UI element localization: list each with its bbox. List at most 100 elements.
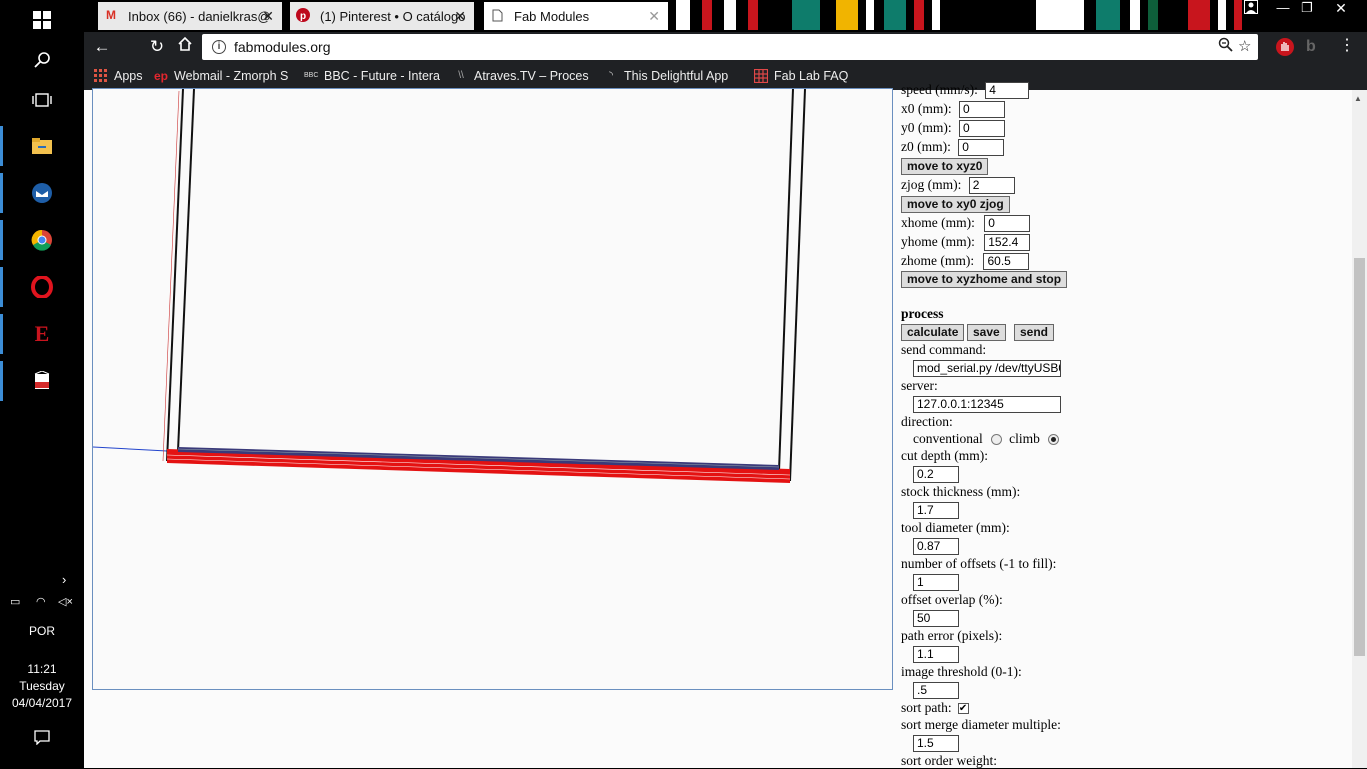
zoom-icon[interactable] — [1218, 37, 1233, 56]
offsets-row: 1 — [913, 574, 959, 592]
address-bar[interactable]: i fabmodules.org ☆ — [202, 34, 1258, 60]
back-button[interactable]: ← — [91, 36, 113, 58]
stock-thickness-label: stock thickness (mm): — [901, 484, 1021, 499]
battery-icon[interactable]: ▭ — [10, 594, 20, 611]
tab-pinterest[interactable]: p (1) Pinterest • O catálogo ✕ — [290, 2, 474, 30]
search-icon[interactable] — [22, 40, 62, 80]
browser-window: M Inbox (66) - danielkras@ ✕ p (1) Pinte… — [84, 0, 1367, 90]
xhome-input[interactable]: 0 — [984, 215, 1031, 233]
y0-row: y0 (mm): 0 — [901, 120, 1005, 138]
scrollbar-thumb[interactable] — [1354, 258, 1365, 656]
restore-button[interactable]: ❐ — [1292, 0, 1322, 18]
new-tab-button[interactable] — [676, 2, 712, 30]
bing-extension-icon[interactable]: b — [1306, 38, 1324, 56]
zjog-input[interactable]: 2 — [968, 177, 1015, 195]
close-tab-icon[interactable]: ✕ — [262, 8, 274, 25]
calculate-button[interactable]: calculate — [901, 324, 965, 341]
image-threshold-input[interactable]: .5 — [913, 682, 959, 700]
profile-icon[interactable] — [1236, 0, 1266, 18]
server-input[interactable]: 127.0.0.1:12345 — [913, 396, 1061, 414]
bookmark-delightful-app[interactable]: ◝ This Delightful App — [604, 67, 728, 85]
offset-overlap-input[interactable]: 50 — [913, 610, 959, 628]
tab-inbox[interactable]: M Inbox (66) - danielkras@ ✕ — [98, 2, 282, 30]
notification-center-icon[interactable] — [0, 729, 84, 750]
x0-label: x0 (mm): — [901, 101, 952, 116]
sort-order-label: sort order weight: — [901, 753, 997, 768]
send-command-label: send command: — [901, 342, 987, 357]
input-language[interactable]: POR — [0, 623, 84, 640]
sort-merge-input[interactable]: 1.5 — [913, 735, 959, 753]
y0-label: y0 (mm): — [901, 120, 952, 135]
home-button[interactable] — [174, 36, 196, 58]
path-error-row: 1.1 — [913, 646, 959, 664]
opera-icon[interactable] — [22, 267, 62, 307]
image-threshold-label: image threshold (0-1): — [901, 664, 1022, 679]
bookmark-atraves[interactable]: \\ Atraves.TV – Proces — [454, 67, 589, 85]
sort-path-checkbox[interactable]: ✔ — [957, 703, 969, 715]
zhome-input[interactable]: 60.5 — [983, 253, 1030, 271]
menu-icon[interactable]: ⋮ — [1338, 38, 1356, 56]
sort-merge-row: 1.5 — [913, 735, 959, 753]
e-app-icon[interactable]: E — [22, 314, 62, 354]
speed-input[interactable]: 4 — [985, 82, 1030, 100]
clock-date[interactable]: 04/04/2017 — [0, 695, 84, 712]
conventional-radio[interactable] — [990, 434, 1002, 446]
task-view-icon[interactable] — [22, 80, 62, 120]
clock-day[interactable]: Tuesday — [0, 678, 84, 695]
thunderbird-icon[interactable] — [22, 173, 62, 213]
svg-text:p: p — [300, 11, 306, 22]
move-to-xy0-zjog-button[interactable]: move to xy0 zjog — [901, 196, 1010, 213]
wifi-icon[interactable]: ◠ — [36, 594, 46, 611]
volume-muted-icon[interactable]: ◁× — [58, 594, 73, 611]
direction-label: direction: — [901, 414, 953, 429]
bookmark-label: Atraves.TV – Proces — [474, 69, 589, 83]
close-window-button[interactable]: ✕ — [1326, 0, 1356, 18]
scroll-up-icon[interactable]: ▲ — [1354, 94, 1362, 103]
climb-label: climb — [1009, 431, 1040, 446]
page-icon — [490, 8, 504, 22]
bookmark-label: Fab Lab FAQ — [774, 69, 849, 83]
close-tab-icon[interactable]: ✕ — [454, 8, 466, 25]
yhome-input[interactable]: 152.4 — [984, 234, 1031, 252]
reload-button[interactable]: ↻ — [146, 36, 168, 58]
windows-icon[interactable] — [22, 0, 62, 40]
adblock-extension-icon[interactable] — [1276, 38, 1294, 56]
move-to-xyz0-button[interactable]: move to xyz0 — [901, 158, 989, 175]
y0-input[interactable]: 0 — [959, 120, 1005, 138]
bookmark-bbc[interactable]: BBC BBC - Future - Intera — [304, 67, 440, 85]
bookmark-star-icon[interactable]: ☆ — [1238, 37, 1251, 55]
move-to-xyzhome-and-stop-button[interactable]: move to xyzhome and stop — [901, 271, 1068, 288]
sort-merge-label: sort merge diameter multiple: — [901, 717, 1061, 732]
cut-depth-input[interactable]: 0.2 — [913, 466, 959, 484]
path-error-input[interactable]: 1.1 — [913, 646, 959, 664]
bookmark-apps[interactable]: Apps — [94, 67, 143, 85]
toolpath-canvas[interactable] — [92, 88, 893, 690]
close-tab-icon[interactable]: ✕ — [648, 8, 660, 25]
send-command-input[interactable]: mod_serial.py /dev/ttyUSB0 — [913, 360, 1061, 378]
z0-input[interactable]: 0 — [958, 139, 1005, 157]
stock-thickness-input[interactable]: 1.7 — [913, 502, 959, 520]
zmorph-icon: ep — [154, 69, 169, 83]
save-button[interactable]: save — [967, 324, 1006, 341]
chrome-icon[interactable] — [22, 220, 62, 260]
file-explorer-icon[interactable] — [22, 126, 62, 166]
bookmark-label: Apps — [114, 69, 143, 83]
tool-diameter-input[interactable]: 0.87 — [913, 538, 959, 556]
direction-row: conventional climb — [913, 431, 1059, 447]
server-row: 127.0.0.1:12345 — [913, 396, 1061, 414]
tab-fab-modules[interactable]: Fab Modules ✕ — [484, 2, 668, 30]
bookmark-fab-lab-faq[interactable]: Fab Lab FAQ — [753, 67, 849, 85]
x0-input[interactable]: 0 — [959, 101, 1005, 119]
fablab-icon — [753, 68, 769, 84]
pdf-app-icon[interactable] — [22, 361, 62, 401]
offsets-input[interactable]: 1 — [913, 574, 959, 592]
page-scrollbar[interactable]: ▲ — [1352, 90, 1367, 768]
speed-label: speed (mm/s): — [901, 82, 978, 97]
bookmark-webmail[interactable]: ep Webmail - Zmorph S — [154, 67, 288, 85]
left-wall-red — [162, 90, 180, 462]
send-button[interactable]: send — [1014, 324, 1055, 341]
climb-radio[interactable] — [1047, 434, 1059, 446]
site-info-icon[interactable]: i — [212, 40, 226, 54]
clock-time[interactable]: 11:21 — [0, 661, 84, 678]
tab-label: Fab Modules — [514, 8, 590, 24]
